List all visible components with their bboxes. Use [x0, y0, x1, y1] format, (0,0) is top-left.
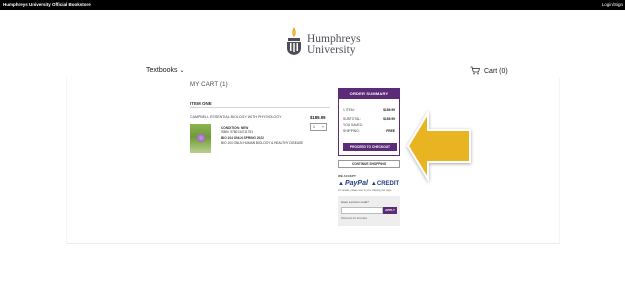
flower-art	[196, 133, 206, 143]
textbooks-menu[interactable]: Textbooks ⌄	[146, 67, 185, 74]
paypal-note: For details, please refer to your shippi…	[338, 189, 392, 192]
summary-value: FREE	[386, 129, 395, 133]
top-bar: Humphreys University Official Bookstore …	[0, 0, 625, 10]
cart-panel	[66, 78, 560, 244]
item-title[interactable]: CAMPBELL ESSENTIAL BIOLOGY WITH PHYSIOLO…	[190, 115, 282, 119]
order-summary: ORDER SUMMARY 1 ITEM: $189.99 SUBTOTAL: …	[338, 88, 400, 156]
divider	[190, 107, 330, 108]
we-accept-label: WE ACCEPT	[338, 174, 356, 178]
promo-hint: Discounts for all codes	[341, 217, 368, 220]
summary-label: SHIPPING:	[343, 129, 360, 133]
summary-value: $189.99	[383, 108, 395, 112]
summary-label: YOU SAVED:	[343, 123, 363, 127]
order-summary-heading: ORDER SUMMARY	[339, 89, 399, 99]
store-name[interactable]: Humphreys University Official Bookstore	[3, 2, 91, 7]
cart-icon	[470, 66, 480, 75]
cart-link[interactable]: Cart (0)	[470, 66, 508, 75]
summary-label: 1 ITEM:	[343, 108, 355, 112]
login-link[interactable]: Login/Sign	[602, 2, 623, 7]
promo-box: Have a promo code? APPLY Discounts for a…	[338, 196, 400, 226]
chevron-down-icon: ˅	[321, 125, 324, 129]
paypal-wordmark: ▲PayPal	[338, 180, 368, 187]
crest-icon	[287, 27, 301, 55]
item-price: $189.99	[310, 115, 326, 120]
cart-title: MY CART (1)	[190, 82, 228, 88]
paypal-logo: ▲PayPal ▲CREDIT	[338, 180, 399, 187]
summary-value: $189.99	[383, 117, 395, 121]
apply-button[interactable]: APPLY	[383, 207, 397, 214]
promo-code-input[interactable]	[341, 207, 383, 214]
university-name: Humphreys University	[307, 33, 361, 56]
item-details: CONDITION: NEW ISBN: 9780134711751 BIO 1…	[221, 126, 304, 145]
proceed-to-checkout-button[interactable]: PROCEED TO CHECKOUT	[343, 143, 397, 151]
category-bar: Textbooks ⌄ Cart (0)	[0, 66, 625, 78]
continue-shopping-button[interactable]: CONTINUE SHOPPING	[338, 160, 400, 168]
book-cover-image[interactable]	[190, 124, 211, 153]
university-logo[interactable]: Humphreys University	[284, 26, 374, 66]
item-heading: ITEM ONE	[190, 101, 212, 106]
summary-label: SUBTOTAL:	[343, 117, 362, 121]
chevron-down-icon: ⌄	[179, 68, 185, 74]
paypal-credit-logo: ▲CREDIT	[370, 181, 400, 187]
promo-label: Have a promo code?	[341, 200, 369, 204]
quantity-select[interactable]: 1 ˅	[310, 123, 327, 131]
